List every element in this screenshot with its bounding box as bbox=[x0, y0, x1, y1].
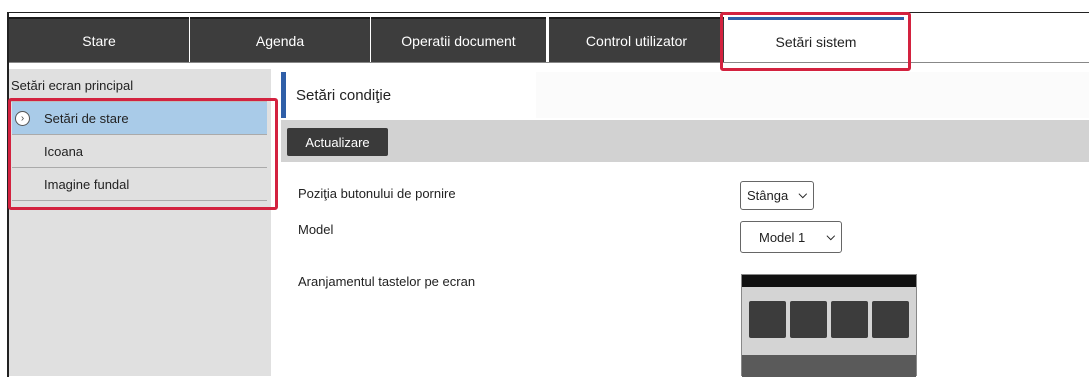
sidebar-item-setari-de-stare[interactable]: › Setări de stare bbox=[12, 102, 267, 135]
preview-header-bar bbox=[742, 275, 916, 287]
tab-divider bbox=[9, 62, 1089, 63]
tab-setari-sistem[interactable]: Setări sistem bbox=[728, 17, 904, 64]
start-button-position-label: Poziţia butonului de pornire bbox=[298, 186, 456, 201]
tab-stare[interactable]: Stare bbox=[9, 17, 189, 63]
tab-control-utilizator[interactable]: Control utilizator bbox=[549, 17, 724, 63]
start-button-position-select[interactable]: Stânga ⌵ bbox=[740, 181, 814, 210]
title-bar-fill bbox=[536, 72, 1089, 118]
sidebar: Setări ecran principal › Setări de stare… bbox=[9, 69, 271, 376]
tab-bar: Stare Agenda Operatii document Control u… bbox=[9, 17, 1089, 64]
preview-footer-band bbox=[742, 355, 916, 377]
sidebar-item-imagine-fundal[interactable]: Imagine fundal bbox=[12, 168, 267, 201]
toolbar bbox=[281, 120, 1089, 162]
preview-key bbox=[831, 301, 868, 338]
tab-agenda[interactable]: Agenda bbox=[190, 17, 370, 63]
page-title: Setări condiţie bbox=[296, 86, 392, 104]
preview-key bbox=[872, 301, 909, 338]
key-layout-label: Aranjamentul tastelor pe ecran bbox=[298, 274, 476, 289]
page-title-bar: Setări condiţie bbox=[281, 72, 541, 118]
model-select[interactable]: Model 1 ⌵ bbox=[740, 221, 842, 253]
update-button[interactable]: Actualizare bbox=[287, 128, 388, 156]
sidebar-item-icoana[interactable]: Icoana bbox=[12, 135, 267, 168]
key-layout-preview bbox=[741, 274, 917, 377]
tab-operatii-document[interactable]: Operatii document bbox=[371, 17, 546, 63]
preview-key bbox=[790, 301, 827, 338]
chevron-right-circle-icon: › bbox=[15, 111, 30, 126]
sidebar-header: Setări ecran principal bbox=[9, 69, 267, 102]
chevron-down-icon: ⌵ bbox=[798, 189, 807, 201]
model-label: Model bbox=[298, 222, 334, 237]
chevron-down-icon: ⌵ bbox=[826, 231, 835, 243]
preview-key bbox=[749, 301, 786, 338]
